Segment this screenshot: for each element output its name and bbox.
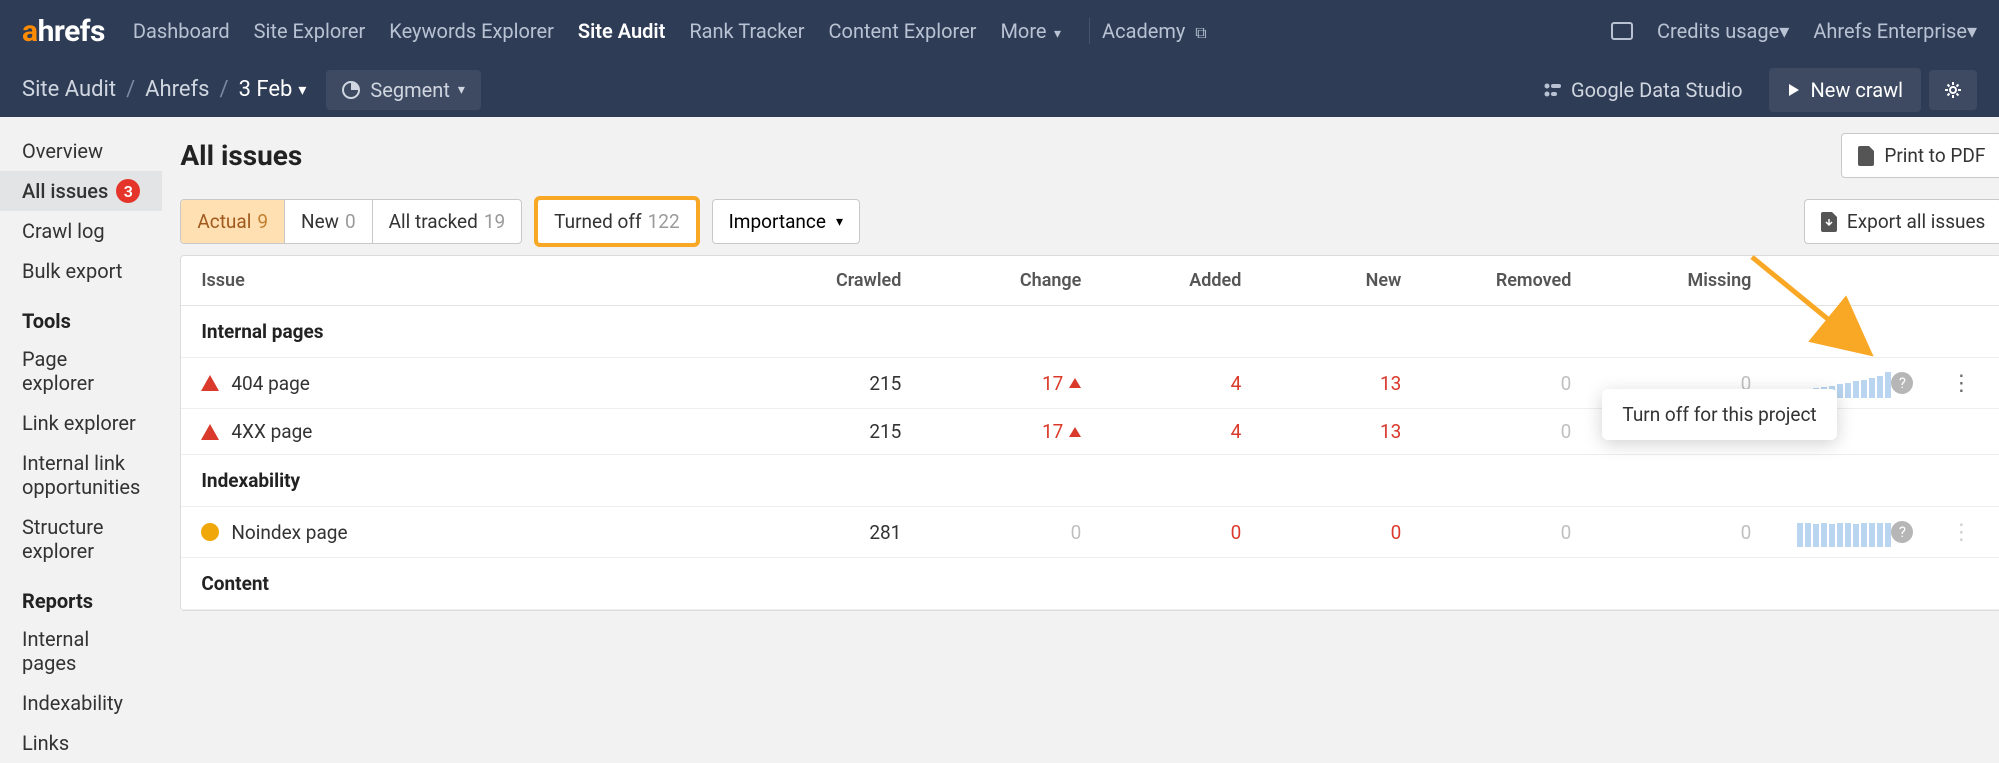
tab-actual[interactable]: Actual9 xyxy=(181,200,285,243)
sparkline xyxy=(1751,517,1891,547)
sidebar-item-internal-link-opportunities[interactable]: Internal link opportunities xyxy=(0,443,162,507)
row-actions-menu[interactable]: ⋮ xyxy=(1941,520,1981,545)
breadcrumb-separator: / xyxy=(126,77,135,102)
print-to-pdf-button[interactable]: Print to PDF xyxy=(1841,133,1999,178)
breadcrumb-site-audit[interactable]: Site Audit xyxy=(22,77,116,102)
sidebar-item-page-explorer[interactable]: Page explorer xyxy=(0,339,162,403)
table-group-header: Content xyxy=(181,558,1999,610)
sidebar-item-all-issues[interactable]: All issues 3 xyxy=(0,171,162,211)
device-icon[interactable] xyxy=(1611,22,1633,40)
sidebar-section-tools: Tools xyxy=(0,291,162,339)
help-icon[interactable]: ? xyxy=(1891,521,1913,543)
chevron-down-icon: ▾ xyxy=(298,80,306,99)
col-crawled[interactable]: Crawled xyxy=(721,270,901,291)
sub-nav: Site Audit / Ahrefs / 3 Feb▾ Segment▾ Go… xyxy=(0,62,1999,117)
table-group-header: Internal pages xyxy=(181,306,1999,358)
col-new[interactable]: New xyxy=(1241,270,1401,291)
sidebar-item-overview[interactable]: Overview xyxy=(0,131,162,171)
row-actions-menu[interactable]: ⋮ xyxy=(1941,371,1981,396)
sidebar-item-crawl-log[interactable]: Crawl log xyxy=(0,211,162,251)
top-nav: ahrefs Dashboard Site Explorer Keywords … xyxy=(0,0,1999,62)
breadcrumb-project[interactable]: Ahrefs xyxy=(145,77,209,102)
col-issue[interactable]: Issue xyxy=(201,270,721,291)
new-crawl-button[interactable]: New crawl xyxy=(1769,68,1922,112)
warning-icon xyxy=(201,424,219,440)
up-arrow-icon xyxy=(1069,378,1081,388)
row-action-tooltip[interactable]: Turn off for this project xyxy=(1602,389,1836,440)
col-removed[interactable]: Removed xyxy=(1401,270,1571,291)
page-title: All issues xyxy=(180,139,302,172)
sidebar-item-link-explorer[interactable]: Link explorer xyxy=(0,403,162,443)
pie-chart-icon xyxy=(342,81,360,99)
chevron-down-icon: ▾ xyxy=(458,82,465,98)
importance-dropdown[interactable]: Importance▾ xyxy=(712,199,860,244)
table-group-header: Indexability xyxy=(181,455,1999,507)
sidebar-item-indexability[interactable]: Indexability xyxy=(0,683,162,723)
chevron-down-icon: ▾ xyxy=(1779,19,1789,43)
breadcrumb-date[interactable]: 3 Feb▾ xyxy=(239,77,307,102)
tab-new[interactable]: New0 xyxy=(285,200,373,243)
main-content: All issues Print to PDF Actual9 New0 All… xyxy=(162,117,1999,680)
nav-content-explorer[interactable]: Content Explorer xyxy=(829,19,977,43)
credits-usage[interactable]: Credits usage ▾ xyxy=(1657,19,1789,43)
nav-site-audit[interactable]: Site Audit xyxy=(578,19,665,43)
nav-site-explorer[interactable]: Site Explorer xyxy=(254,19,366,43)
breadcrumb-separator: / xyxy=(220,77,229,102)
col-missing[interactable]: Missing xyxy=(1571,270,1751,291)
logo[interactable]: ahrefs xyxy=(22,14,105,49)
gear-icon xyxy=(1943,80,1963,100)
chevron-down-icon: ▾ xyxy=(1967,19,1977,43)
export-all-issues-button[interactable]: Export all issues xyxy=(1804,199,1999,244)
issues-count-badge: 3 xyxy=(116,179,140,203)
up-arrow-icon xyxy=(1069,427,1081,437)
google-data-studio-link[interactable]: Google Data Studio xyxy=(1543,78,1742,102)
tab-all-tracked[interactable]: All tracked19 xyxy=(373,200,522,243)
chevron-down-icon: ▾ xyxy=(1051,26,1062,42)
table-row[interactable]: Noindex page28100000?⋮ xyxy=(181,507,1999,558)
nav-more[interactable]: More ▾ xyxy=(1000,19,1061,43)
play-icon xyxy=(1787,83,1801,97)
warning-icon xyxy=(201,375,219,391)
table-header: Issue Crawled Change Added New Removed M… xyxy=(181,256,1999,306)
tab-turned-off[interactable]: Turned off122 xyxy=(538,200,695,243)
turned-off-highlight: Turned off122 xyxy=(534,196,699,247)
nav-rank-tracker[interactable]: Rank Tracker xyxy=(689,19,804,43)
sidebar-item-links[interactable]: Links xyxy=(0,723,162,763)
sidebar-item-bulk-export[interactable]: Bulk export xyxy=(0,251,162,291)
col-added[interactable]: Added xyxy=(1081,270,1241,291)
nav-keywords-explorer[interactable]: Keywords Explorer xyxy=(389,19,554,43)
col-change[interactable]: Change xyxy=(901,270,1081,291)
nav-dashboard[interactable]: Dashboard xyxy=(133,19,230,43)
settings-button[interactable] xyxy=(1929,70,1977,110)
info-icon xyxy=(201,523,219,541)
download-icon xyxy=(1821,212,1837,232)
nav-academy[interactable]: Academy ⧉ xyxy=(1102,19,1207,43)
chevron-down-icon: ▾ xyxy=(836,214,843,230)
sidebar: Overview All issues 3 Crawl log Bulk exp… xyxy=(0,117,162,680)
sidebar-item-internal-pages[interactable]: Internal pages xyxy=(0,619,162,683)
issue-filter-tabs: Actual9 New0 All tracked19 xyxy=(180,199,522,244)
help-icon[interactable]: ? xyxy=(1891,372,1913,394)
gds-icon xyxy=(1543,82,1563,98)
sidebar-item-structure-explorer[interactable]: Structure explorer xyxy=(0,507,162,571)
sidebar-section-reports: Reports xyxy=(0,571,162,619)
external-link-icon: ⧉ xyxy=(1191,23,1206,42)
separator xyxy=(1089,18,1090,44)
segment-button[interactable]: Segment▾ xyxy=(326,70,480,110)
account-menu[interactable]: Ahrefs Enterprise ▾ xyxy=(1813,19,1977,43)
pdf-icon xyxy=(1858,146,1874,166)
